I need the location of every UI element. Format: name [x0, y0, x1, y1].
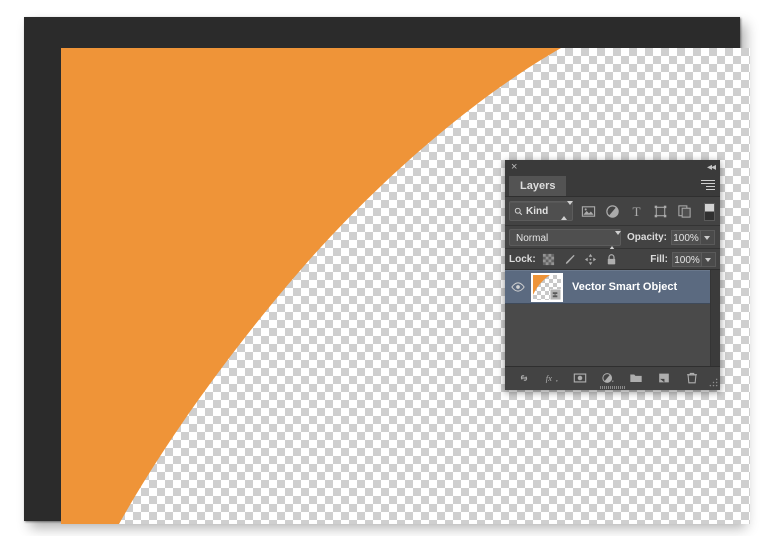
opacity-input[interactable]: 100%	[671, 229, 702, 245]
filter-icon-group: T	[581, 204, 692, 219]
layer-name[interactable]: Vector Smart Object	[572, 281, 677, 293]
panel-titlebar: × ◂◂	[505, 160, 720, 176]
svg-text:T: T	[632, 204, 640, 219]
lock-icon-group	[542, 253, 618, 266]
adjustment-icon[interactable]	[601, 371, 615, 385]
screenshot-root: × ◂◂ Layers Kind T Normal Opacity: 100% …	[0, 0, 762, 536]
fill-slider-button[interactable]	[702, 251, 716, 267]
layer-thumbnail-vector-smart-object[interactable]	[531, 272, 563, 302]
layer-filter-row: Kind T	[505, 197, 720, 226]
layers-panel[interactable]: × ◂◂ Layers Kind T Normal Opacity: 100% …	[505, 160, 720, 390]
layer-list[interactable]: Vector Smart Object	[505, 270, 720, 367]
layer-list-scrollbar[interactable]	[710, 270, 720, 366]
filter-enable-toggle[interactable]	[704, 203, 715, 221]
opacity-label: Opacity:	[627, 231, 668, 243]
fill-input[interactable]: 100%	[672, 251, 702, 267]
lock-label: Lock:	[509, 253, 536, 265]
blend-mode-value: Normal	[516, 232, 549, 244]
filter-pixel-layers-icon[interactable]	[581, 204, 596, 219]
panel-menu-icon[interactable]	[701, 180, 715, 192]
blend-mode-select[interactable]: Normal	[509, 228, 621, 250]
link-icon[interactable]	[517, 371, 531, 385]
svg-text:fx: fx	[546, 373, 552, 383]
lock-transparent-pixels-icon[interactable]	[542, 253, 555, 266]
filter-smart-object-layers-icon[interactable]	[677, 204, 692, 219]
blend-mode-row: Normal Opacity: 100%	[505, 226, 720, 250]
smart-object-badge-icon	[550, 288, 561, 300]
tab-layers[interactable]: Layers	[509, 176, 567, 196]
filter-type-layers-icon[interactable]: T	[629, 204, 644, 219]
opacity-slider-button[interactable]	[701, 229, 716, 245]
filter-shape-layers-icon[interactable]	[653, 204, 668, 219]
lock-row: Lock: Fill: 100%	[505, 249, 720, 270]
layers-panel-toolbar: fx	[505, 367, 720, 389]
fill-label: Fill:	[650, 253, 668, 265]
fx-icon[interactable]: fx	[545, 371, 559, 385]
table-row[interactable]: Vector Smart Object	[505, 270, 720, 304]
panel-resize-handle[interactable]	[599, 386, 626, 389]
filter-kind-select[interactable]: Kind	[509, 201, 573, 221]
filter-kind-label: Kind	[526, 205, 549, 217]
panel-tab-strip: Layers	[505, 176, 720, 197]
collapse-panel-icon[interactable]: ◂◂	[707, 162, 716, 174]
updown-stepper-icon[interactable]	[561, 201, 573, 220]
search-icon	[514, 207, 523, 215]
folder-icon[interactable]	[629, 371, 643, 385]
mask-icon[interactable]	[573, 371, 587, 385]
eye-icon	[511, 282, 525, 292]
close-icon[interactable]: ×	[511, 162, 520, 173]
updown-stepper-icon[interactable]	[609, 230, 621, 250]
lock-position-icon[interactable]	[584, 253, 597, 266]
filter-adjustment-layers-icon[interactable]	[605, 204, 620, 219]
lock-image-pixels-icon[interactable]	[563, 253, 576, 266]
lock-all-icon[interactable]	[605, 253, 618, 266]
new-layer-icon[interactable]	[657, 371, 671, 385]
trash-icon[interactable]	[685, 371, 699, 385]
layer-visibility-toggle[interactable]	[505, 282, 531, 292]
resize-grip-icon[interactable]	[709, 378, 718, 387]
